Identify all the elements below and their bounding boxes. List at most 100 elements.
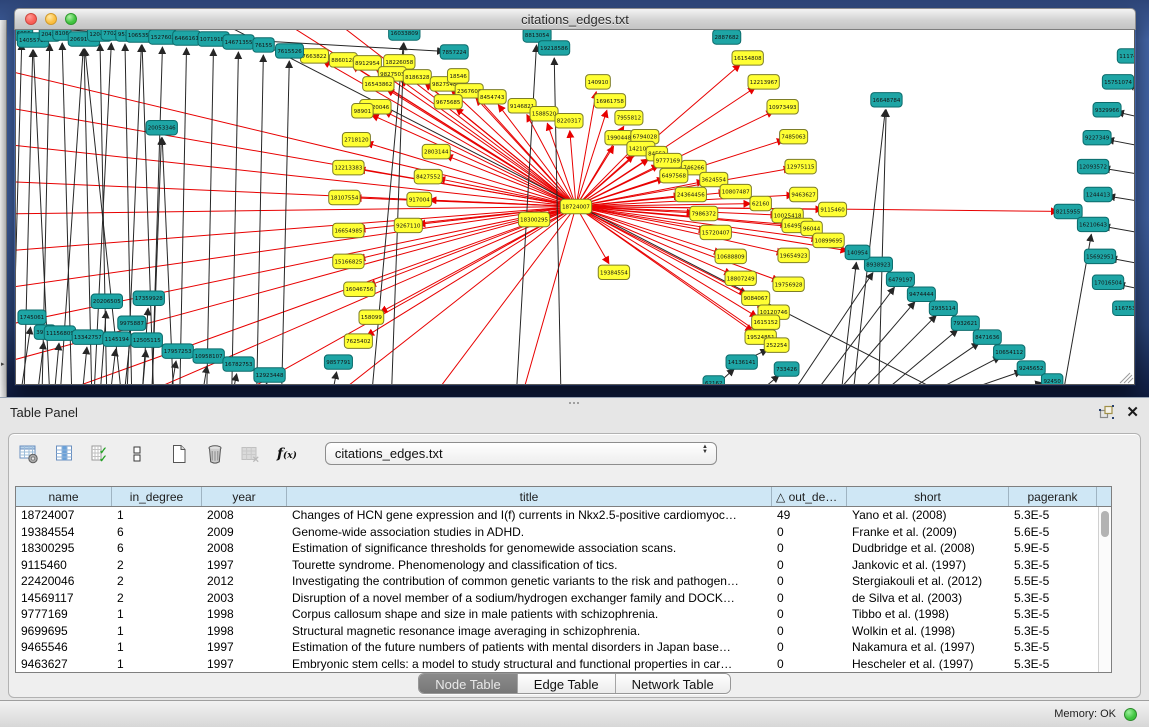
collapsed-control-panel-strip[interactable]: ▸ bbox=[0, 20, 7, 397]
graph-node-917004[interactable]: 917004 bbox=[407, 192, 432, 206]
graph-node-76155[interactable]: 76155 bbox=[253, 38, 274, 52]
function-builder-icon[interactable]: f(x) bbox=[277, 446, 297, 462]
citation-edge-black[interactable] bbox=[371, 43, 403, 384]
graph-node-17359928[interactable]: 17359928 bbox=[133, 291, 164, 305]
table-mode-icon[interactable] bbox=[19, 444, 39, 464]
panel-resize-handle[interactable] bbox=[568, 401, 580, 406]
graph-node-7857224[interactable]: 7857224 bbox=[440, 45, 468, 59]
citation-edge-black[interactable] bbox=[82, 347, 87, 384]
graph-node-16046756[interactable]: 16046756 bbox=[344, 282, 375, 296]
graph-node-11156809[interactable]: 11156809 bbox=[44, 326, 75, 340]
delete-column-trash-icon[interactable] bbox=[205, 444, 225, 464]
citation-edge-black[interactable] bbox=[751, 375, 779, 384]
network-window-titlebar[interactable]: citations_edges.txt bbox=[14, 8, 1136, 30]
graph-node-7625402[interactable]: 7625402 bbox=[344, 334, 372, 348]
graph-node-1145194[interactable]: 1145194 bbox=[103, 332, 131, 346]
graph-node-18546[interactable]: 18546 bbox=[447, 69, 468, 83]
citation-edge-black[interactable] bbox=[841, 262, 857, 384]
table-row[interactable]: 1456911722003Disruption of a novel membe… bbox=[16, 590, 1111, 607]
citation-edge-black[interactable] bbox=[257, 55, 264, 384]
citation-edge-red[interactable] bbox=[16, 207, 576, 375]
table-row[interactable]: 2242004622012Investigating the contribut… bbox=[16, 573, 1111, 590]
graph-node-8912954[interactable]: 8912954 bbox=[353, 56, 381, 70]
citation-edge-red[interactable] bbox=[16, 60, 576, 207]
graph-node-1615152[interactable]: 1615152 bbox=[752, 315, 780, 329]
citation-edge-black[interactable] bbox=[331, 372, 336, 384]
graph-node-14671355[interactable]: 14671355 bbox=[223, 35, 254, 49]
citation-network-graph[interactable]: 1872400776638228860128891295418226058982… bbox=[16, 30, 1134, 384]
graph-node-15751074[interactable]: 15751074 bbox=[1102, 75, 1133, 89]
graph-node-9777169[interactable]: 9777169 bbox=[654, 153, 682, 167]
scrollbar-thumb[interactable] bbox=[1101, 511, 1109, 537]
graph-node-8186328[interactable]: 8186328 bbox=[403, 70, 431, 84]
graph-node-12975115[interactable]: 12975115 bbox=[785, 159, 816, 173]
graph-node-2887682[interactable]: 2887682 bbox=[713, 30, 741, 44]
new-table-icon[interactable] bbox=[169, 444, 189, 464]
graph-node-9329966[interactable]: 9329966 bbox=[1093, 103, 1121, 117]
graph-node-12093572[interactable]: 12093572 bbox=[1077, 159, 1108, 173]
graph-node-8471636[interactable]: 8471636 bbox=[973, 330, 1001, 344]
citation-edge-black[interactable] bbox=[100, 311, 106, 384]
graph-node-8454743[interactable]: 8454743 bbox=[478, 90, 506, 104]
graph-node-9474444[interactable]: 9474444 bbox=[907, 287, 935, 301]
citation-edge-black[interactable] bbox=[262, 383, 267, 384]
graph-node-10899695[interactable]: 10899695 bbox=[813, 233, 844, 247]
graph-node-16961758[interactable]: 16961758 bbox=[594, 94, 625, 108]
graph-node-19218586[interactable]: 19218586 bbox=[538, 41, 569, 55]
table-row[interactable]: 946554611997Estimation of the future num… bbox=[16, 639, 1111, 656]
column-header-out_degree[interactable]: △ out_de… bbox=[772, 487, 847, 506]
network-window[interactable]: citations_edges.txt 18724007766382288601… bbox=[14, 8, 1136, 386]
graph-node-17016504[interactable]: 17016504 bbox=[1092, 275, 1123, 289]
graph-node-7615526[interactable]: 7615526 bbox=[275, 44, 303, 58]
graph-node-252254[interactable]: 252254 bbox=[764, 338, 789, 352]
tab-edge-table[interactable]: Edge Table bbox=[518, 674, 616, 693]
citation-edge-black[interactable] bbox=[282, 61, 290, 384]
column-header-in_degree[interactable]: in_degree bbox=[112, 487, 202, 506]
table-row[interactable]: 977716911998Corpus callosum shape and si… bbox=[16, 606, 1111, 623]
graph-node-1745061[interactable]: 1745061 bbox=[18, 310, 46, 324]
graph-node-16543862[interactable]: 16543862 bbox=[363, 77, 394, 91]
graph-node-16654985[interactable]: 16654985 bbox=[333, 223, 364, 237]
column-header-short[interactable]: short bbox=[847, 487, 1009, 506]
graph-node-12213967[interactable]: 12213967 bbox=[748, 75, 779, 89]
column-header-name[interactable]: name bbox=[16, 487, 112, 506]
citation-edge-red[interactable] bbox=[16, 207, 576, 255]
graph-node-140954[interactable]: 140954 bbox=[845, 245, 870, 259]
citation-edge-black[interactable] bbox=[941, 371, 1021, 384]
graph-node-18807249[interactable]: 18807249 bbox=[725, 271, 756, 285]
graph-node-2935114[interactable]: 2935114 bbox=[929, 301, 957, 315]
citation-edge-black[interactable] bbox=[919, 357, 1000, 384]
graph-node-24364456[interactable]: 24364456 bbox=[675, 187, 706, 201]
table-row[interactable]: 946362711997Embryonic stem cells: a mode… bbox=[16, 656, 1111, 673]
table-row[interactable]: 1830029562008Estimation of significance … bbox=[16, 540, 1111, 557]
graph-node-7663822[interactable]: 7663822 bbox=[300, 49, 328, 63]
graph-node-17957253[interactable]: 17957253 bbox=[162, 344, 193, 358]
graph-node-8220317[interactable]: 8220317 bbox=[555, 114, 583, 128]
graph-node-19654923[interactable]: 19654923 bbox=[778, 248, 809, 262]
citation-edge-red[interactable] bbox=[431, 207, 576, 384]
graph-node-7955812[interactable]: 7955812 bbox=[615, 111, 643, 125]
graph-node-7986372[interactable]: 7986372 bbox=[690, 206, 718, 220]
graph-node-9084067[interactable]: 9084067 bbox=[742, 291, 770, 305]
graph-node-98901[interactable]: 98901 bbox=[352, 104, 373, 118]
citation-edge-red[interactable] bbox=[570, 131, 576, 207]
graph-node-19756928[interactable]: 19756928 bbox=[773, 277, 804, 291]
table-vertical-scrollbar[interactable] bbox=[1098, 507, 1111, 672]
graph-node-15166825[interactable]: 15166825 bbox=[333, 254, 364, 268]
graph-node-9857791[interactable]: 9857791 bbox=[324, 355, 352, 369]
table-row[interactable]: 911546021997Tourette syndrome. Phenomeno… bbox=[16, 557, 1111, 574]
graph-node-7932621[interactable]: 7932621 bbox=[951, 316, 979, 330]
graph-node-12505115[interactable]: 12505115 bbox=[131, 333, 162, 347]
graph-node-1588520[interactable]: 1588520 bbox=[530, 107, 558, 121]
graph-node-1244413[interactable]: 1244413 bbox=[1084, 187, 1112, 201]
citation-edge-black[interactable] bbox=[232, 52, 239, 384]
table-row[interactable]: 1872400712008Changes of HCN gene express… bbox=[16, 507, 1111, 524]
graph-node-10958107[interactable]: 10958107 bbox=[193, 349, 224, 363]
citation-edge-black[interactable] bbox=[811, 287, 895, 384]
graph-node-158099[interactable]: 158099 bbox=[359, 310, 384, 324]
graph-node-9675685[interactable]: 9675685 bbox=[434, 95, 462, 109]
resize-grip-icon[interactable] bbox=[1124, 375, 1132, 383]
citation-edge-black[interactable] bbox=[897, 343, 979, 384]
tab-network-table[interactable]: Network Table bbox=[616, 674, 730, 693]
select-columns-icon[interactable]: ✓✓ bbox=[91, 444, 111, 464]
